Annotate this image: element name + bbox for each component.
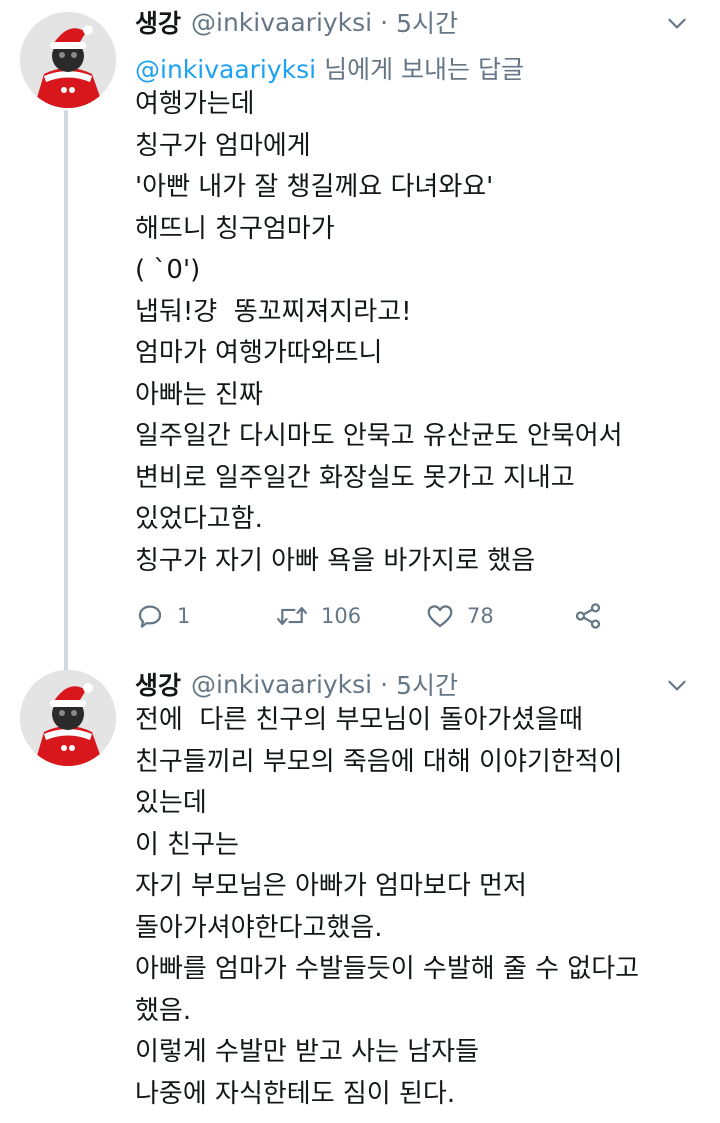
avatar[interactable] bbox=[20, 12, 116, 108]
tweet-text-line: 아빠를 엄마가 수발들듯이 수발해 줄 수 없다고 bbox=[135, 954, 640, 984]
tweet-text: 여행가는데 칭구가 엄마에게 '아빤 내가 잘 챙길께요 다녀와요' 해뜨니 칭… bbox=[135, 84, 700, 582]
thread-connector-line bbox=[64, 110, 68, 676]
reply-bubble-icon bbox=[138, 605, 162, 628]
tweet-timestamp[interactable]: 5시간 bbox=[396, 4, 458, 40]
tweet-text-line: 변비로 일주일간 화장실도 못가고 지내고 bbox=[135, 462, 575, 493]
tweet-text-line: '아빤 내가 잘 챙길께요 다녀와요' bbox=[135, 172, 494, 202]
tweet-text-line: 자기 부모님은 아빠가 엄마보다 먼저 bbox=[135, 871, 527, 901]
tweet-text-line: 엄마가 여행가따와뜨니 bbox=[135, 338, 383, 368]
tweet-text-line: 냅둬!걍 똥꼬찌져지라고! bbox=[135, 296, 412, 327]
reply-mention-link[interactable]: @inkivaariyksi bbox=[135, 55, 316, 84]
share-button[interactable] bbox=[573, 601, 603, 631]
tweet-text-line: 해뜨니 칭구엄마가 bbox=[135, 213, 335, 244]
tweet-text-line: 칭구가 자기 아빠 욕을 바가지로 했음 bbox=[135, 545, 536, 576]
share-icon bbox=[575, 603, 601, 629]
tweet-text-line: 있는데 bbox=[135, 788, 207, 818]
tweet-text-line: 아빠는 진짜 bbox=[135, 379, 263, 410]
tweet-text-line: 일주일간 다시마도 안묵고 유산균도 안묵어서 bbox=[135, 421, 623, 451]
santa-avatar-icon bbox=[20, 12, 116, 108]
tweet-actions: 1 106 78 bbox=[135, 596, 700, 636]
tweet-text: 전에 다른 친구의 부모님이 돌아가셨을때 친구들끼리 부모의 죽음에 대해 이… bbox=[135, 700, 700, 1115]
tweet[interactable]: 생강 @inkivaariyksi · 5시간 전에 다른 친구의 부모님이 돌… bbox=[0, 650, 720, 1123]
tweet-text-line: 이 친구는 bbox=[135, 829, 239, 860]
separator-dot: · bbox=[380, 7, 389, 37]
tweet-text-line: 있었다고함. bbox=[135, 504, 263, 534]
tweet-text-line: 이렇게 수발만 받고 사는 남자들 bbox=[135, 1037, 480, 1067]
tweet-text-line: 나중에 자식한테도 짐이 된다. bbox=[135, 1078, 456, 1109]
retweet-button[interactable]: 106 bbox=[275, 601, 361, 631]
reply-button[interactable]: 1 bbox=[135, 601, 190, 631]
tweet-timestamp[interactable]: 5시간 bbox=[396, 666, 458, 702]
reply-count: 1 bbox=[177, 604, 191, 628]
tweet-text-line: 친구들끼리 부모의 죽음에 대해 이야기한적이 bbox=[135, 746, 623, 777]
tweet[interactable]: 생강 @inkivaariyksi · 5시간 @inkivaariyksi 님… bbox=[0, 0, 720, 676]
separator-dot: · bbox=[380, 669, 389, 699]
tweet-text-line: ( `0') bbox=[135, 255, 201, 285]
chevron-down-icon[interactable] bbox=[664, 10, 690, 36]
heart-icon bbox=[427, 605, 453, 628]
tweet-text-line: 칭구가 엄마에게 bbox=[135, 130, 311, 161]
tweet-header: 생강 @inkivaariyksi · 5시간 bbox=[135, 664, 690, 704]
tweet-header: 생강 @inkivaariyksi · 5시간 bbox=[135, 2, 690, 42]
user-handle[interactable]: @inkivaariyksi bbox=[191, 8, 372, 37]
tweet-text-line: 전에 다른 친구의 부모님이 돌아가셨을때 bbox=[135, 705, 583, 735]
user-handle[interactable]: @inkivaariyksi bbox=[191, 670, 372, 699]
reply-context: @inkivaariyksi 님에게 보내는 답글 bbox=[135, 50, 524, 86]
display-name[interactable]: 생강 bbox=[135, 666, 181, 702]
retweet-count: 106 bbox=[321, 604, 362, 628]
tweet-text-line: 여행가는데 bbox=[135, 89, 255, 119]
retweet-icon bbox=[276, 607, 308, 625]
chevron-down-icon[interactable] bbox=[664, 672, 690, 698]
display-name[interactable]: 생강 bbox=[135, 4, 181, 40]
tweet-text-line: 돌아가셔야한다고했음. bbox=[135, 912, 383, 943]
tweet-text-line: 했음. bbox=[135, 995, 192, 1026]
like-button[interactable]: 78 bbox=[425, 601, 494, 631]
like-count: 78 bbox=[467, 604, 494, 628]
reply-context-text: 님에게 보내는 답글 bbox=[316, 55, 524, 84]
avatar[interactable] bbox=[20, 670, 116, 766]
santa-avatar-icon bbox=[20, 670, 116, 766]
